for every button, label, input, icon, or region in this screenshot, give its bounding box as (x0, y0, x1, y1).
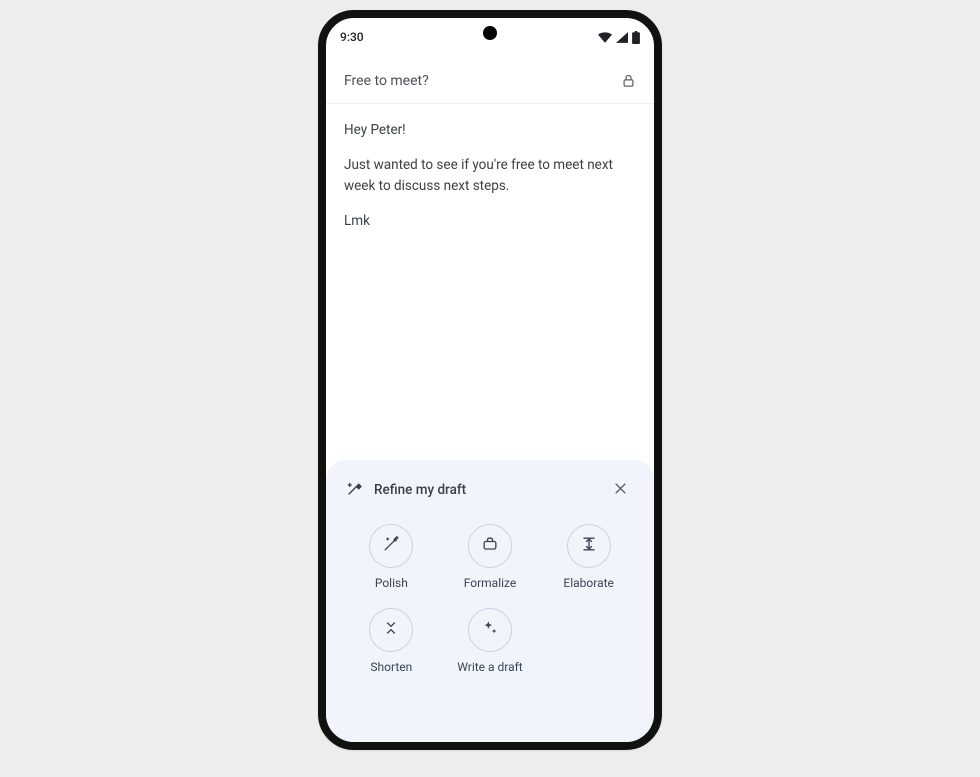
refine-panel: Refine my draft Polish (326, 460, 654, 742)
chip (468, 524, 512, 568)
option-formalize[interactable]: Formalize (441, 524, 540, 590)
option-label: Formalize (464, 576, 517, 590)
option-label: Shorten (370, 660, 412, 674)
briefcase-icon (480, 534, 500, 558)
status-time: 9:30 (340, 30, 380, 44)
camera-punch-hole (483, 26, 497, 40)
close-button[interactable] (606, 476, 634, 504)
magic-pen-icon (346, 479, 364, 501)
email-subject[interactable]: Free to meet? (344, 73, 429, 89)
lock-icon[interactable] (621, 72, 636, 89)
refine-options-grid: Polish Formalize (340, 506, 640, 734)
sparkles-icon (480, 618, 500, 642)
close-icon (613, 481, 628, 500)
wand-icon (381, 534, 401, 558)
status-bar: 9:30 (326, 18, 654, 52)
chip (369, 608, 413, 652)
option-polish[interactable]: Polish (342, 524, 441, 590)
cellular-icon (616, 32, 628, 43)
phone-frame: 9:30 Free to meet? Hey Peter! Just wante… (318, 10, 662, 750)
chip (369, 524, 413, 568)
option-label: Write a draft (457, 660, 523, 674)
body-paragraph: Lmk (344, 211, 636, 232)
collapse-vertical-icon (381, 618, 401, 642)
battery-icon (632, 31, 640, 44)
expand-vertical-icon (579, 534, 599, 558)
status-indicators (598, 31, 640, 44)
option-label: Elaborate (563, 576, 614, 590)
body-paragraph: Hey Peter! (344, 120, 636, 141)
option-shorten[interactable]: Shorten (342, 608, 441, 674)
refine-panel-title: Refine my draft (374, 482, 596, 498)
option-label: Polish (375, 576, 408, 590)
option-elaborate[interactable]: Elaborate (539, 524, 638, 590)
subject-row: Free to meet? (326, 52, 654, 104)
chip (468, 608, 512, 652)
wifi-icon (598, 32, 612, 43)
chip (567, 524, 611, 568)
body-paragraph: Just wanted to see if you're free to mee… (344, 155, 636, 197)
refine-panel-header: Refine my draft (340, 476, 640, 506)
email-body[interactable]: Hey Peter! Just wanted to see if you're … (326, 104, 654, 460)
option-write-draft[interactable]: Write a draft (441, 608, 540, 674)
